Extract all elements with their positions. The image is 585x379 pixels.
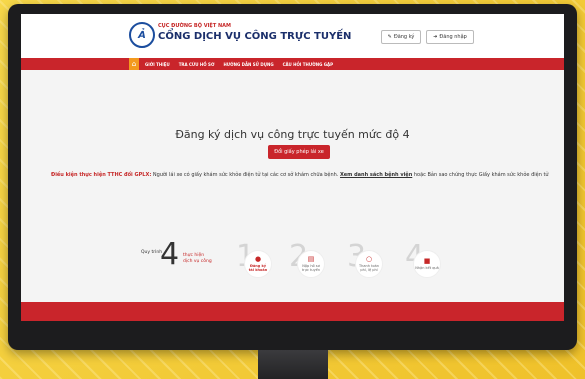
site-footer xyxy=(21,302,564,321)
step-4[interactable]: 4 ■ Nhận kết quả xyxy=(405,242,449,286)
step-circle: ● Đăng ký tài khoản xyxy=(244,250,272,278)
step-2[interactable]: 2 ▤ Nộp hồ sơtrực tuyến xyxy=(289,242,333,286)
process-desc-line2: dịch vụ công xyxy=(183,259,212,264)
site-logo[interactable]: Ả xyxy=(129,22,155,48)
login-icon: ➜ xyxy=(433,34,438,40)
condition-text: Điều kiện thực hiện TTHC đổi GPLX: Người… xyxy=(51,172,549,178)
register-button[interactable]: ✎ Đăng ký xyxy=(381,30,421,44)
login-button[interactable]: ➜ Đăng nhập xyxy=(426,30,474,44)
login-label: Đăng nhập xyxy=(439,34,467,40)
user-icon: ● xyxy=(254,255,262,263)
condition-suffix: hoặc Bản sao chứng thực Giấy khám sức kh… xyxy=(412,172,549,178)
monitor-stand xyxy=(258,350,328,379)
condition-prefix: Điều kiện thực hiện TTHC đổi GPLX: xyxy=(51,172,152,178)
register-label: Đăng ký xyxy=(393,34,415,40)
condition-body: Người lái xe có giấy khám sức khỏe điện … xyxy=(151,172,337,178)
browser-screen: Ả CỤC ĐƯỜNG BỘ VIỆT NAM CỔNG DỊCH VỤ CÔN… xyxy=(21,14,564,321)
main-nav: ⌂ GIỚI THIỆU TRA CỨU HỒ SƠ HƯỚNG DẪN SỬ … xyxy=(21,58,564,70)
result-icon: ■ xyxy=(423,257,431,265)
step-label: Nhận kết quả xyxy=(415,266,439,270)
site-title: CỔNG DỊCH VỤ CÔNG TRỰC TUYẾN xyxy=(158,31,352,42)
process-label: Quy trình xyxy=(141,250,163,255)
step-circle: ○ Thanh toán phí, lệ phí xyxy=(355,250,383,278)
step-3[interactable]: 3 ○ Thanh toánphí, lệ phí xyxy=(347,242,391,286)
step-label: Nộp hồ sơ trực tuyến xyxy=(301,264,321,272)
nav-item-intro[interactable]: GIỚI THIỆU xyxy=(145,62,170,67)
org-subtitle: CỤC ĐƯỜNG BỘ VIỆT NAM xyxy=(158,23,232,29)
step-label: Đăng ký tài khoản xyxy=(248,264,268,272)
step-circle: ■ Nhận kết quả xyxy=(413,250,441,278)
home-icon[interactable]: ⌂ xyxy=(129,58,139,70)
step-circle: ▤ Nộp hồ sơ trực tuyến xyxy=(297,250,325,278)
process-count: 4 xyxy=(160,237,180,272)
hospital-list-link[interactable]: Xem danh sách bệnh viện xyxy=(340,172,412,178)
process-description: thực hiện dịch vụ công xyxy=(183,253,212,265)
renew-license-button[interactable]: Đổi giấy phép lái xe xyxy=(268,145,330,159)
monitor: Ả CỤC ĐƯỜNG BỘ VIỆT NAM CỔNG DỊCH VỤ CÔN… xyxy=(8,4,577,350)
step-1[interactable]: 1 ● Đăng kýtài khoản xyxy=(236,242,280,286)
site-header: Ả CỤC ĐƯỜNG BỘ VIỆT NAM CỔNG DỊCH VỤ CÔN… xyxy=(21,14,564,58)
nav-item-faq[interactable]: CÂU HỎI THƯỜNG GẶP xyxy=(283,62,333,67)
payment-icon: ○ xyxy=(365,255,373,263)
step-label: Thanh toán phí, lệ phí xyxy=(359,264,379,272)
document-icon: ▤ xyxy=(307,255,315,263)
page-title: Đăng ký dịch vụ công trực tuyến mức độ 4 xyxy=(175,128,410,141)
nav-item-lookup[interactable]: TRA CỨU HỒ SƠ xyxy=(179,62,215,67)
nav-item-guide[interactable]: HƯỚNG DẪN SỬ DỤNG xyxy=(223,62,273,67)
register-icon: ✎ xyxy=(387,34,392,40)
